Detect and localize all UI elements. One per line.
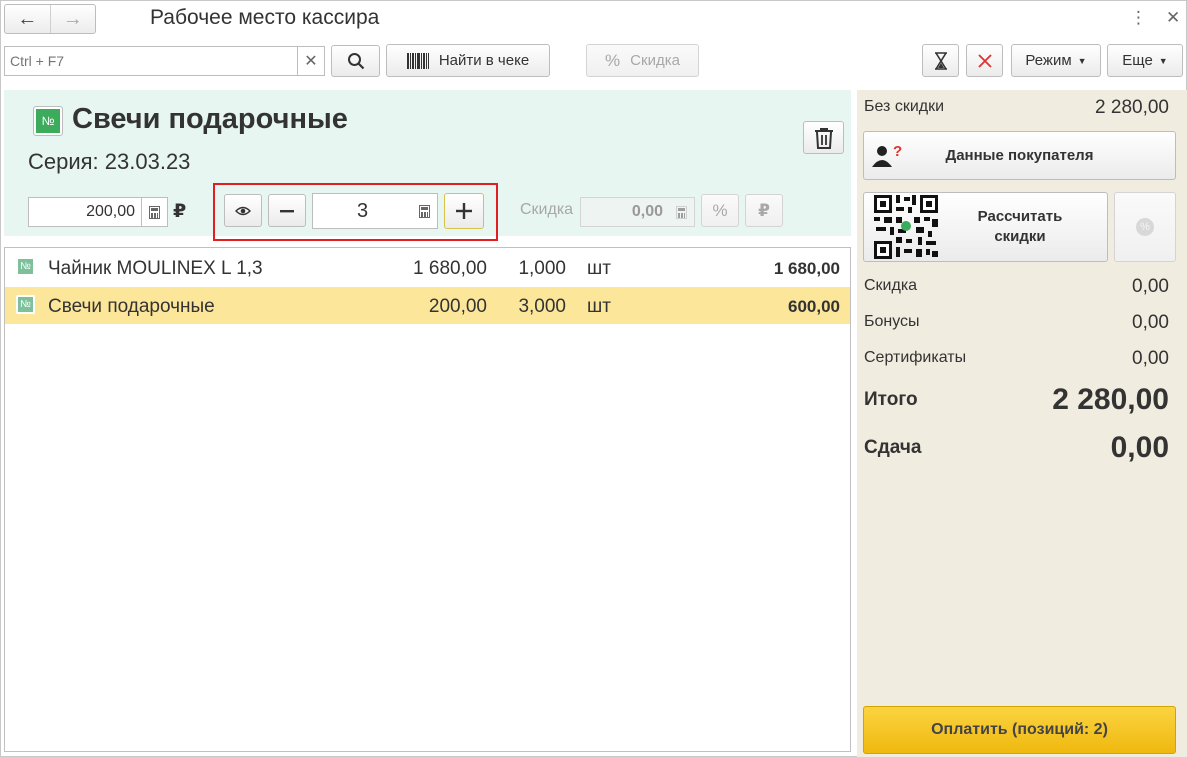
cancel-button[interactable] bbox=[966, 44, 1003, 77]
summary-discount-value: 0,00 bbox=[1132, 276, 1169, 297]
summary-discount-label: Скидка bbox=[864, 277, 918, 294]
item-name: Свечи подарочные bbox=[48, 296, 215, 317]
currency-sign: ₽ bbox=[173, 201, 187, 222]
more-dropdown[interactable]: Еще ▼ bbox=[1107, 44, 1183, 77]
calculate-discounts-line1: Рассчитать bbox=[977, 208, 1063, 225]
hourglass-icon bbox=[934, 51, 947, 70]
customer-data-label: Данные покупателя bbox=[945, 147, 1094, 164]
customer-question-icon: ? bbox=[872, 143, 904, 169]
find-in-receipt-button[interactable]: Найти в чеке bbox=[386, 44, 550, 77]
mode-dropdown[interactable]: Режим ▼ bbox=[1011, 44, 1101, 77]
discount-calculator-button[interactable] bbox=[669, 197, 695, 227]
product-series: Серия: 23.03.23 bbox=[28, 149, 191, 174]
price-field[interactable]: 200,00 bbox=[28, 197, 142, 227]
bonuses-value: 0,00 bbox=[1132, 312, 1169, 333]
delete-item-button[interactable] bbox=[803, 121, 844, 154]
ruble-icon: ₽ bbox=[758, 200, 770, 220]
barcode-icon bbox=[406, 52, 429, 69]
customer-data-button[interactable]: ? Данные покупателя bbox=[863, 131, 1176, 180]
trash-icon bbox=[814, 127, 833, 149]
hourglass-button[interactable] bbox=[922, 44, 959, 77]
product-tag-icon: № bbox=[33, 106, 63, 136]
change-label: Сдача bbox=[864, 437, 922, 458]
total-value: 2 280,00 bbox=[1052, 383, 1169, 416]
forward-arrow-icon[interactable]: → bbox=[49, 5, 96, 33]
percent-icon: % bbox=[712, 200, 728, 220]
chevron-down-icon: ▼ bbox=[1158, 55, 1168, 66]
search-input[interactable] bbox=[4, 46, 298, 76]
item-price: 200,00 bbox=[428, 296, 487, 317]
search-icon bbox=[347, 53, 364, 70]
mode-label: Режим bbox=[1025, 52, 1072, 69]
svg-text:?: ? bbox=[893, 143, 902, 160]
find-in-receipt-label: Найти в чеке bbox=[438, 52, 530, 69]
calculate-discounts-text: Рассчитать скидки bbox=[952, 207, 1088, 247]
change-value: 0,00 bbox=[1110, 431, 1169, 464]
manual-discount-button[interactable]: % bbox=[1114, 192, 1176, 262]
item-name: Чайник MOULINEX L 1,3 bbox=[48, 258, 263, 279]
back-arrow-icon[interactable]: ← bbox=[5, 5, 50, 33]
calculate-discounts-button[interactable]: Рассчитать скидки bbox=[863, 192, 1108, 262]
item-sum: 600,00 bbox=[788, 297, 840, 316]
toolbar-discount-label: Скидка bbox=[630, 52, 680, 69]
ruble-discount-button[interactable]: ₽ bbox=[745, 194, 783, 227]
more-label: Еще bbox=[1122, 52, 1153, 69]
item-quantity: 1,000 bbox=[518, 258, 566, 279]
calculator-icon bbox=[676, 205, 687, 219]
clear-search-icon[interactable]: ✕ bbox=[297, 46, 325, 76]
item-price: 1 680,00 bbox=[413, 258, 487, 279]
bonuses-label: Бонусы bbox=[864, 313, 920, 330]
percent-discount-button[interactable]: % bbox=[701, 194, 739, 227]
percent-badge-icon: % bbox=[1136, 218, 1154, 236]
pay-button[interactable]: Оплатить (позиций: 2) bbox=[863, 706, 1176, 754]
close-icon[interactable]: ✕ bbox=[1166, 8, 1180, 28]
calculate-discounts-line2: скидки bbox=[994, 228, 1046, 245]
product-discount-label: Скидка bbox=[520, 201, 574, 218]
product-title: Свечи подарочные bbox=[72, 103, 348, 135]
table-row[interactable]: № Чайник MOULINEX L 1,3 1 680,00 1,000 ш… bbox=[5, 249, 850, 286]
table-row[interactable]: № Свечи подарочные 200,00 3,000 шт 600,0… bbox=[5, 287, 850, 324]
qr-code-icon bbox=[872, 193, 940, 261]
calculator-icon bbox=[149, 205, 160, 219]
item-quantity: 3,000 bbox=[518, 296, 566, 317]
red-cross-icon bbox=[977, 53, 992, 68]
item-sum: 1 680,00 bbox=[773, 259, 840, 278]
item-unit: шт bbox=[587, 296, 611, 317]
item-tag-icon: № bbox=[16, 257, 35, 276]
navigation-group: ← → bbox=[4, 4, 96, 34]
toolbar-discount-button[interactable]: % Скидка bbox=[586, 44, 699, 77]
no-discount-value: 2 280,00 bbox=[1095, 97, 1169, 118]
price-calculator-button[interactable] bbox=[142, 197, 168, 227]
chevron-down-icon: ▼ bbox=[1077, 55, 1087, 66]
quantity-highlight-frame bbox=[213, 183, 498, 241]
summary-panel bbox=[857, 90, 1187, 757]
no-discount-label: Без скидки bbox=[864, 98, 945, 115]
product-discount-field[interactable]: 0,00 bbox=[580, 197, 670, 227]
window-title: Рабочее место кассира bbox=[150, 6, 380, 29]
item-unit: шт bbox=[587, 258, 611, 279]
total-label: Итого bbox=[864, 389, 918, 410]
kebab-menu-icon[interactable]: ⋮ bbox=[1130, 8, 1147, 28]
search-button[interactable] bbox=[331, 45, 380, 77]
certificates-value: 0,00 bbox=[1132, 348, 1169, 369]
certificates-label: Сертификаты bbox=[864, 349, 967, 366]
percent-icon: % bbox=[605, 50, 621, 70]
item-tag-icon: № bbox=[16, 295, 35, 314]
